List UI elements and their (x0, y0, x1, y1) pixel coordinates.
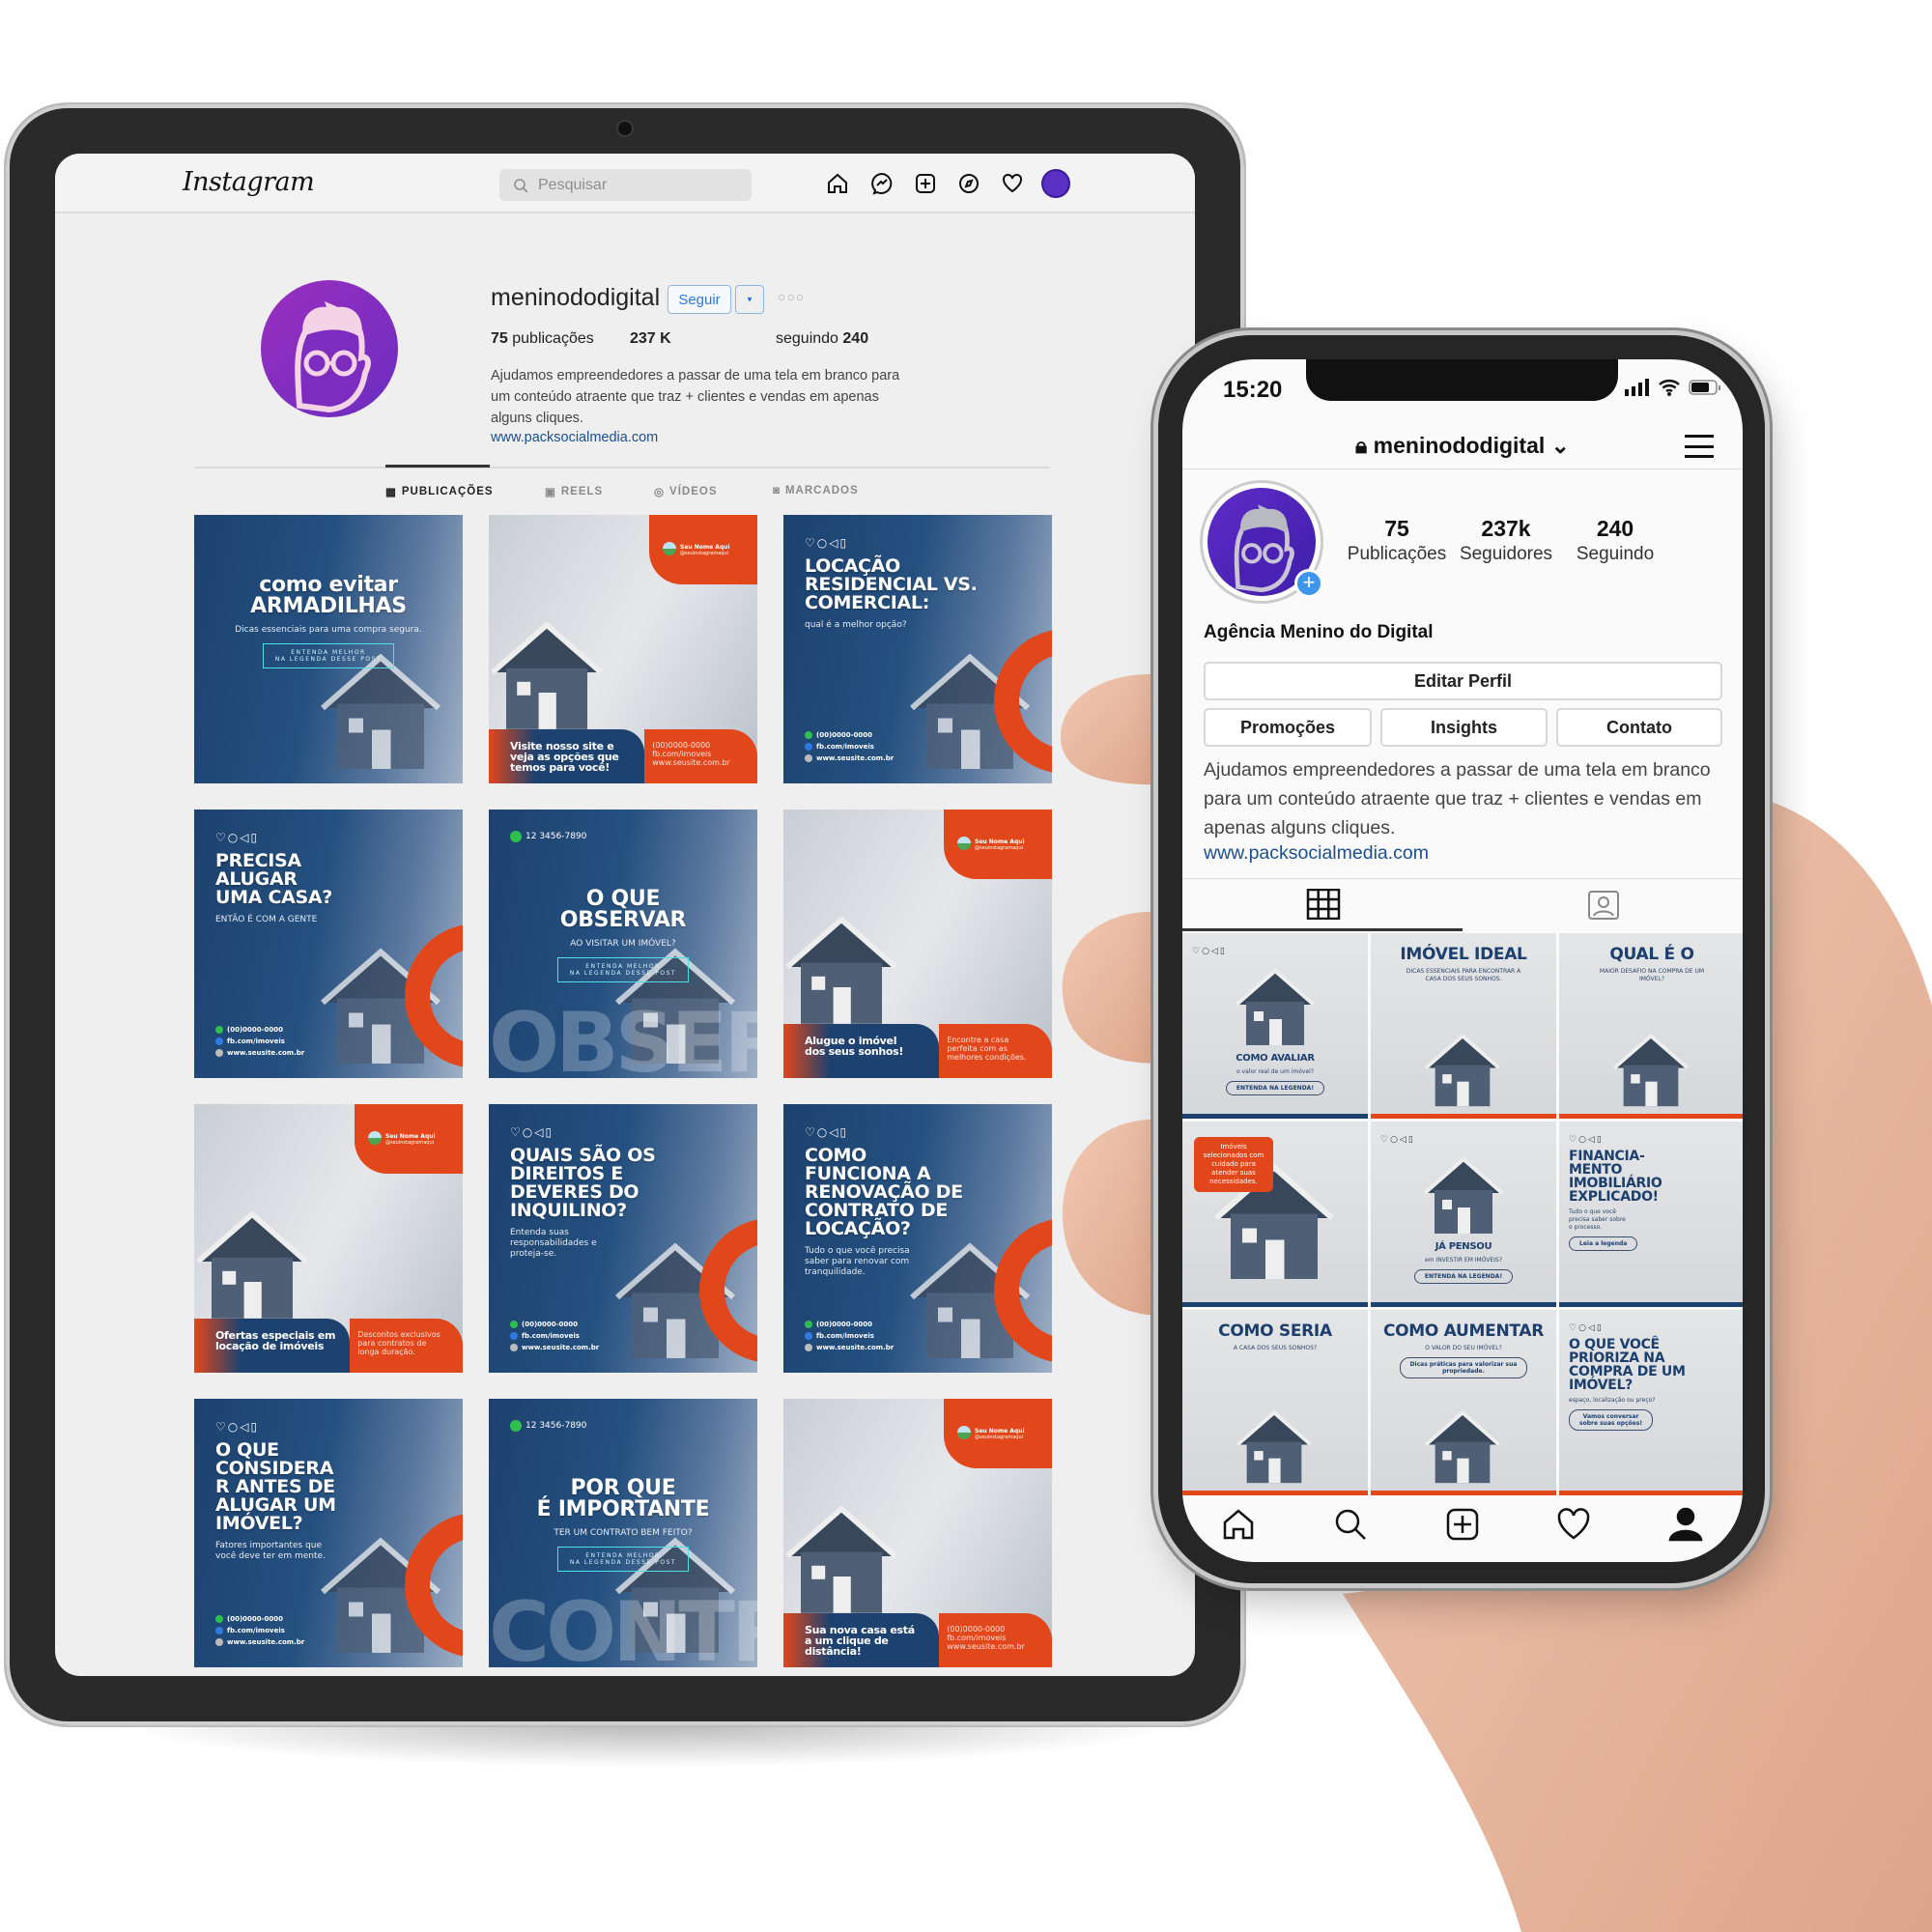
post-subtitle: O VALOR DO SEU IMÓVEL? (1425, 1345, 1502, 1351)
new-post-icon[interactable] (1443, 1505, 1482, 1544)
post-content: ♡○◁▯ FINANCIA- MENTO IMOBILIÁRIO EXPLICAD… (1569, 1135, 1735, 1251)
post-content: IMÓVEL IDEAL DICAS ESSENCIAIS PARA ENCONT… (1380, 947, 1547, 983)
post-bottom-bar (1182, 1302, 1368, 1307)
post-cta-box: Dicas práticas para valorizar sua propri… (1399, 1357, 1528, 1378)
post-action-icons: ♡○◁▯ (1569, 1135, 1604, 1145)
home-icon[interactable] (1219, 1505, 1258, 1544)
post-tile[interactable]: ♡○◁▯ JÁ PENSOU em INVESTIR EM IMÓVEIS? ENTE… (1371, 1122, 1556, 1307)
post-headline: COMO AVALIAR (1236, 1053, 1315, 1064)
post-subtitle: espaço, localização ou preço? (1569, 1397, 1656, 1404)
post-bottom-bar (1371, 1491, 1556, 1495)
post-content: ♡○◁▯ COMO AVALIAR o valor real de um imóve… (1192, 947, 1358, 1095)
post-tile[interactable]: ♡○◁▯ O QUE VOCÊ PRIORIZA NA COMPRA DE UM … (1559, 1310, 1743, 1495)
house-illustration (1414, 1027, 1511, 1109)
phone-post-grid: ♡○◁▯ COMO AVALIAR o valor real de um imóve… (1182, 359, 1743, 1562)
post-bottom-bar (1371, 1302, 1556, 1307)
house-illustration (1410, 1150, 1517, 1236)
post-content: QUAL É O MAIOR DESAFIO NA COMPRA DE UM IM… (1569, 947, 1735, 983)
post-headline: FINANCIA- MENTO IMOBILIÁRIO EXPLICADO! (1569, 1149, 1662, 1205)
post-subtitle: em INVESTIR EM IMÓVEIS? (1424, 1257, 1502, 1264)
post-tile[interactable]: COMO SERIA A CASA DOS SEUS SONHOS? (1182, 1310, 1368, 1495)
post-content: ♡○◁▯ JÁ PENSOU em INVESTIR EM IMÓVEIS? ENTE… (1380, 1135, 1547, 1284)
post-subtitle: DICAS ESSENCIAIS PARA ENCONTRAR A CASA D… (1406, 968, 1521, 982)
post-headline: QUAL É O (1609, 945, 1694, 964)
post-cta-box: ENTENDA NA LEGENDA! (1225, 1081, 1325, 1095)
post-action-icons: ♡○◁▯ (1569, 1323, 1604, 1333)
post-bottom-bar (1182, 1114, 1368, 1119)
house-illustration (1603, 1027, 1699, 1109)
post-action-icons: ♡○◁▯ (1192, 947, 1227, 956)
bottom-navigation (1182, 1505, 1743, 1562)
post-tile[interactable]: IMÓVEL IDEAL DICAS ESSENCIAIS PARA ENCONT… (1371, 933, 1556, 1119)
heart-icon[interactable] (1554, 1505, 1593, 1544)
post-bottom-bar (1559, 1491, 1743, 1495)
post-callout: Imóveis selecionados com cuidado para at… (1194, 1137, 1273, 1192)
post-subtitle: A CASA DOS SEUS SONHOS? (1233, 1345, 1318, 1351)
post-bottom-bar (1182, 1491, 1368, 1495)
post-headline: O QUE VOCÊ PRIORIZA NA COMPRA DE UM IMÓV… (1569, 1337, 1686, 1393)
profile-icon[interactable] (1666, 1505, 1705, 1544)
finger-2 (1062, 911, 1174, 1064)
post-tile[interactable]: COMO AUMENTAR O VALOR DO SEU IMÓVEL? Dicas… (1371, 1310, 1556, 1495)
post-subtitle: o valor real de um imóvel? (1236, 1068, 1315, 1075)
post-subtitle: Tudo o que você precisa saber sobre o pr… (1569, 1208, 1626, 1231)
house-illustration (1226, 1404, 1322, 1486)
post-headline: JÁ PENSOU (1435, 1241, 1492, 1252)
post-content: COMO SERIA A CASA DOS SEUS SONHOS? (1192, 1323, 1358, 1352)
finger-1 (1060, 674, 1174, 785)
post-cta-box: Leia a legenda (1569, 1236, 1638, 1251)
finger-3 (1062, 1119, 1174, 1316)
post-content: COMO AUMENTAR O VALOR DO SEU IMÓVEL? Dicas… (1380, 1323, 1547, 1378)
post-headline: COMO SERIA (1218, 1321, 1332, 1341)
post-cta-box: ENTENDA NA LEGENDA! (1413, 1269, 1514, 1284)
post-cta-box: Vamos conversar sobre suas opções! (1569, 1409, 1654, 1431)
post-bottom-bar (1559, 1114, 1743, 1119)
post-tile[interactable]: QUAL É O MAIOR DESAFIO NA COMPRA DE UM IM… (1559, 933, 1743, 1119)
house-illustration (1414, 1404, 1511, 1486)
post-bottom-bar (1371, 1114, 1556, 1119)
phone-screen: 15:20 🔒︎ meninododigital ⌄ + 75 Publicaçõ… (1182, 359, 1743, 1562)
post-headline: IMÓVEL IDEAL (1400, 945, 1527, 964)
house-illustration (1222, 961, 1328, 1048)
post-action-icons: ♡○◁▯ (1380, 1135, 1415, 1145)
post-tile[interactable]: Imóveis selecionados com cuidado para at… (1182, 1122, 1368, 1307)
post-content: ♡○◁▯ O QUE VOCÊ PRIORIZA NA COMPRA DE UM … (1569, 1323, 1735, 1431)
search-icon[interactable] (1331, 1505, 1370, 1544)
post-tile[interactable]: ♡○◁▯ COMO AVALIAR o valor real de um imóve… (1182, 933, 1368, 1119)
post-subtitle: MAIOR DESAFIO NA COMPRA DE UM IMÓVEL? (1599, 968, 1705, 982)
post-headline: COMO AUMENTAR (1382, 1321, 1545, 1341)
post-bottom-bar (1559, 1302, 1743, 1307)
post-tile[interactable]: ♡○◁▯ FINANCIA- MENTO IMOBILIÁRIO EXPLICAD… (1559, 1122, 1743, 1307)
